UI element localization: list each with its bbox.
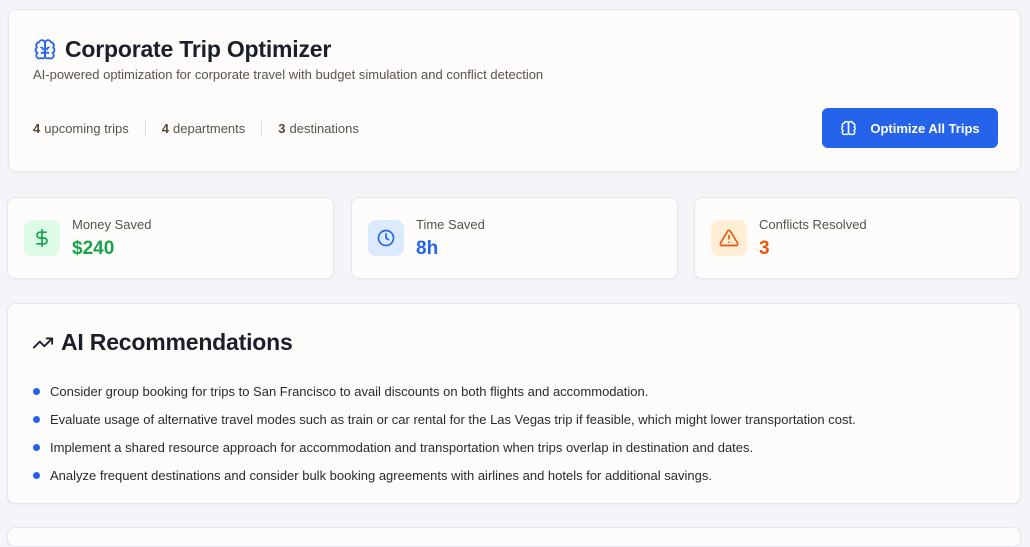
bullet-dot [33,443,40,451]
section-title-row: AI Recommendations [32,329,293,356]
recommendation-text: Analyze frequent destinations and consid… [50,467,712,483]
optimize-button-label: Optimize All Trips [870,120,980,136]
metric-icon-box [24,220,60,256]
title-row: Corporate Trip Optimizer [33,36,331,63]
brain-icon [841,120,857,135]
metric-value: $240 [72,238,115,259]
stat-destinations: 3 destinations [278,121,359,136]
recommendation-text: Consider group booking for trips to San … [50,383,649,399]
stat-label: destinations [289,121,359,136]
recommendation-text: Evaluate usage of alternative travel mod… [50,411,856,427]
page-title: Corporate Trip Optimizer [65,36,332,62]
header-card: Corporate Trip Optimizer AI-powered opti… [8,9,1021,172]
metric-label: Conflicts Resolved [759,217,867,232]
dollar-icon [36,228,48,248]
metric-label: Time Saved [416,217,485,232]
next-section-card [7,527,1021,547]
metric-label: Money Saved [72,217,152,232]
stat-divider [144,121,146,136]
brain-icon [34,38,56,59]
metric-value: 8h [416,238,439,259]
section-title: AI Recommendations [61,329,293,355]
list-item: Consider group booking for trips to San … [32,377,856,405]
stat-label: departments [173,121,246,136]
stat-upcoming-trips: 4 upcoming trips [33,121,129,136]
ai-recommendations-card: AI Recommendations Consider group bookin… [7,303,1021,504]
optimize-all-trips-button[interactable]: Optimize All Trips [822,108,998,148]
bullet-dot [33,387,40,395]
clock-icon [377,229,395,247]
stat-count: 4 [33,121,41,136]
stat-divider [261,121,263,136]
stat-label: upcoming trips [44,121,129,136]
list-item: Evaluate usage of alternative travel mod… [32,405,856,433]
metric-icon-box [368,220,404,256]
metric-conflicts-resolved: Conflicts Resolved 3 [694,197,1021,279]
recommendation-text: Implement a shared resource approach for… [50,439,754,455]
warning-icon [719,229,739,247]
stat-departments: 4 departments [162,121,246,136]
metric-value: 3 [759,238,770,259]
list-item: Analyze frequent destinations and consid… [32,461,856,489]
trip-stats: 4 upcoming trips 4 departments 3 destina… [33,121,359,136]
metric-time-saved: Time Saved 8h [351,197,678,279]
trending-up-icon [32,337,54,348]
metric-money-saved: Money Saved $240 [7,197,334,279]
page-subtitle: AI-powered optimization for corporate tr… [33,67,544,82]
stat-count: 3 [278,121,286,136]
bullet-dot [33,471,40,479]
list-item: Implement a shared resource approach for… [32,433,856,461]
recommendations-list: Consider group booking for trips to San … [32,377,856,489]
metric-icon-box [711,220,747,256]
stat-count: 4 [161,121,170,136]
bullet-dot [33,415,40,423]
